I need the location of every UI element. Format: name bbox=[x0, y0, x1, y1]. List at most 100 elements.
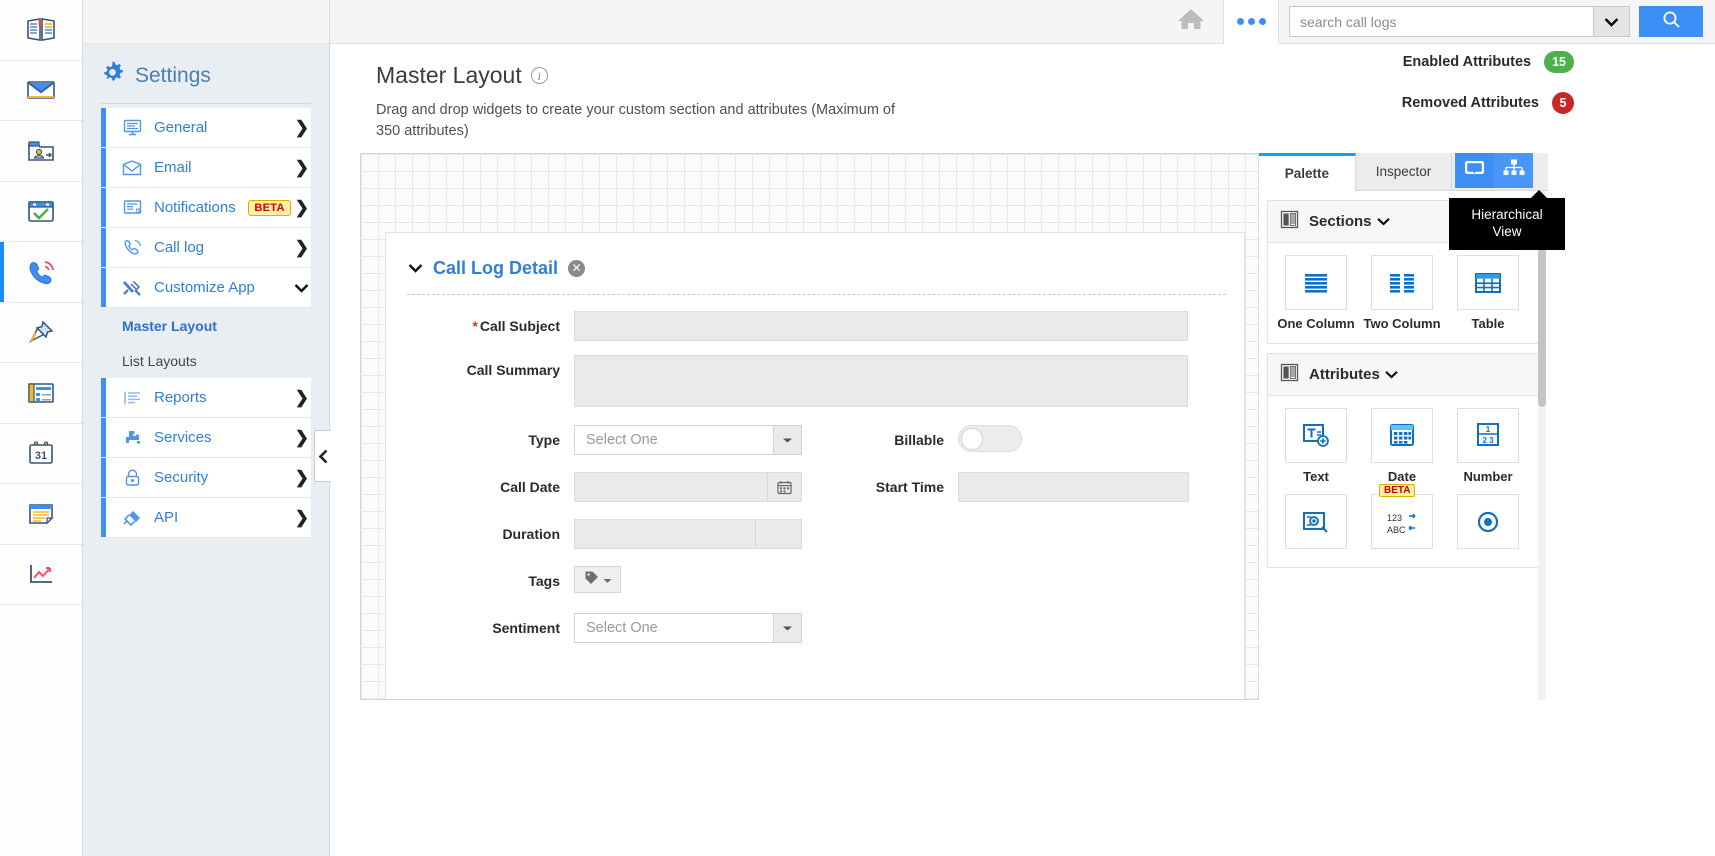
field-row-type-billable: Type Select One Billable bbox=[386, 425, 1244, 455]
field-input-duration[interactable] bbox=[574, 519, 802, 549]
palette-tile-table[interactable]: Table bbox=[1448, 255, 1528, 331]
palette-tile-translate[interactable]: BETA 123 ABC bbox=[1362, 484, 1442, 555]
palette-tile-date[interactable]: Date bbox=[1362, 408, 1442, 484]
duration-unit-box[interactable] bbox=[755, 520, 801, 548]
form-section-card[interactable]: Call Log Detail ✕ * Call Subject Call Sum… bbox=[385, 232, 1245, 699]
palette-tile-one-column[interactable]: One Column bbox=[1276, 255, 1356, 331]
search-scope-dropdown[interactable] bbox=[1593, 6, 1630, 37]
field-label-type: Type bbox=[528, 432, 560, 448]
field-input-call-summary[interactable] bbox=[574, 355, 1188, 407]
rail-item-contacts[interactable] bbox=[0, 121, 82, 182]
palette-tile-lookup[interactable] bbox=[1276, 494, 1356, 555]
required-asterisk: * bbox=[472, 318, 478, 334]
field-label-call-subject: * Call Subject bbox=[386, 311, 574, 341]
rail-item-analytics[interactable] bbox=[0, 545, 82, 605]
palette-group-attributes-header[interactable]: Attributes bbox=[1268, 354, 1539, 396]
envelope-icon bbox=[26, 78, 56, 102]
chevron-right-icon: ❯ bbox=[294, 158, 309, 177]
field-tag-button[interactable] bbox=[574, 566, 621, 593]
chevron-down-icon[interactable] bbox=[773, 614, 801, 642]
sidebar-item-call-log[interactable]: Call log ❯ bbox=[101, 228, 311, 268]
tab-label: Palette bbox=[1284, 166, 1329, 181]
settings-divider bbox=[101, 103, 311, 104]
chevron-right-icon: ❯ bbox=[294, 118, 309, 137]
more-options-button[interactable] bbox=[1223, 0, 1279, 44]
home-icon bbox=[1176, 6, 1206, 37]
info-icon[interactable]: i bbox=[530, 67, 548, 84]
tab-palette[interactable]: Palette bbox=[1259, 153, 1356, 191]
rail-item-calendar[interactable]: 31 bbox=[0, 424, 82, 484]
sidebar-item-email[interactable]: Email ❯ bbox=[101, 148, 311, 188]
sidebar-subitem-master-layout[interactable]: Master Layout bbox=[101, 308, 311, 343]
rail-item-book[interactable] bbox=[0, 0, 82, 61]
sidebar-item-general[interactable]: General ❯ bbox=[101, 108, 311, 148]
device-view-button[interactable] bbox=[1455, 153, 1494, 188]
beta-badge: BETA bbox=[1379, 484, 1416, 497]
field-toggle-billable[interactable] bbox=[958, 425, 1022, 452]
rail-item-pinned[interactable] bbox=[0, 303, 82, 363]
field-select-type[interactable]: Select One bbox=[574, 425, 802, 455]
text-field-icon bbox=[1285, 408, 1347, 463]
chevron-down-icon[interactable] bbox=[408, 261, 423, 277]
field-label-tags: Tags bbox=[528, 573, 560, 589]
field-select-sentiment-placeholder: Select One bbox=[586, 620, 658, 636]
sidebar-subitem-list-layouts[interactable]: List Layouts bbox=[101, 343, 311, 378]
field-select-sentiment[interactable]: Select One bbox=[574, 613, 802, 643]
section-title: Call Log Detail bbox=[433, 258, 559, 278]
field-input-start-time[interactable] bbox=[958, 472, 1189, 502]
search-input[interactable] bbox=[1289, 6, 1593, 37]
sidebar-item-label: General bbox=[154, 119, 208, 136]
palette-group-attributes: Attributes Text Date 1 2 3 Number BETA 1… bbox=[1267, 353, 1540, 568]
palette-tile-two-column[interactable]: Two Column bbox=[1362, 255, 1442, 331]
card-list-icon bbox=[27, 381, 55, 405]
device-view-icon bbox=[1463, 159, 1486, 183]
palette-tile-text[interactable]: Text bbox=[1276, 408, 1356, 484]
sidebar-item-security[interactable]: Security ❯ bbox=[101, 458, 311, 498]
notes-icon bbox=[27, 502, 55, 526]
palette-tile-label: One Column bbox=[1277, 316, 1355, 331]
rail-item-email[interactable] bbox=[0, 61, 82, 121]
rail-item-tasks[interactable] bbox=[0, 182, 82, 242]
close-icon[interactable]: ✕ bbox=[568, 260, 586, 277]
view-toggle-group bbox=[1455, 153, 1533, 188]
rail-item-notes[interactable] bbox=[0, 484, 82, 545]
sidebar-item-label: API bbox=[154, 509, 179, 526]
chevron-down-icon bbox=[294, 279, 309, 296]
field-label-call-summary: Call Summary bbox=[466, 362, 560, 378]
sidebar-collapse-handle[interactable] bbox=[314, 430, 331, 482]
report-lines-icon bbox=[121, 390, 143, 406]
palette-tile-number[interactable]: 12 3 Number bbox=[1448, 408, 1528, 484]
sidebar-item-customize-app[interactable]: Customize App bbox=[101, 268, 311, 308]
palette-tile-radio[interactable] bbox=[1448, 494, 1528, 555]
field-row-duration: Duration bbox=[386, 519, 1244, 549]
rail-item-call-log[interactable] bbox=[0, 242, 82, 303]
settings-title-row: Settings bbox=[83, 44, 329, 97]
settings-title-label: Settings bbox=[135, 63, 211, 87]
field-label-sentiment: Sentiment bbox=[492, 620, 560, 636]
sidebar-item-label: Reports bbox=[154, 389, 207, 406]
sidebar-item-api[interactable]: API ❯ bbox=[101, 498, 311, 538]
field-input-call-date[interactable] bbox=[574, 472, 802, 502]
tab-inspector[interactable]: Inspector bbox=[1355, 153, 1453, 191]
lookup-field-icon bbox=[1285, 494, 1347, 549]
sidebar-item-services[interactable]: Services ❯ bbox=[101, 418, 311, 458]
dot-icon bbox=[1236, 18, 1244, 25]
sidebar-item-reports[interactable]: Reports ❯ bbox=[101, 378, 311, 418]
chevron-down-icon[interactable] bbox=[773, 426, 801, 454]
submenu-label: Master Layout bbox=[122, 317, 217, 334]
rail-item-records[interactable] bbox=[0, 363, 82, 424]
field-row-call-summary: Call Summary bbox=[386, 355, 1244, 407]
hierarchical-view-button[interactable] bbox=[1494, 153, 1533, 188]
palette-tile-label: Date bbox=[1387, 469, 1417, 484]
home-button[interactable] bbox=[1159, 0, 1223, 44]
calendar-icon[interactable] bbox=[767, 473, 801, 501]
search-submit-button[interactable] bbox=[1639, 6, 1703, 37]
view-toggle-tooltip: Hierarchical View bbox=[1449, 190, 1565, 250]
sidebar-item-label: Services bbox=[154, 429, 212, 446]
plug-icon bbox=[121, 509, 143, 526]
table-icon bbox=[1457, 255, 1519, 310]
sidebar-item-notifications[interactable]: Notifications BETA ❯ bbox=[101, 188, 311, 228]
app-icon-rail: 31 bbox=[0, 0, 83, 856]
field-input-call-subject[interactable] bbox=[574, 311, 1188, 341]
layout-canvas[interactable]: Call Log Detail ✕ * Call Subject Call Sum… bbox=[360, 153, 1282, 700]
